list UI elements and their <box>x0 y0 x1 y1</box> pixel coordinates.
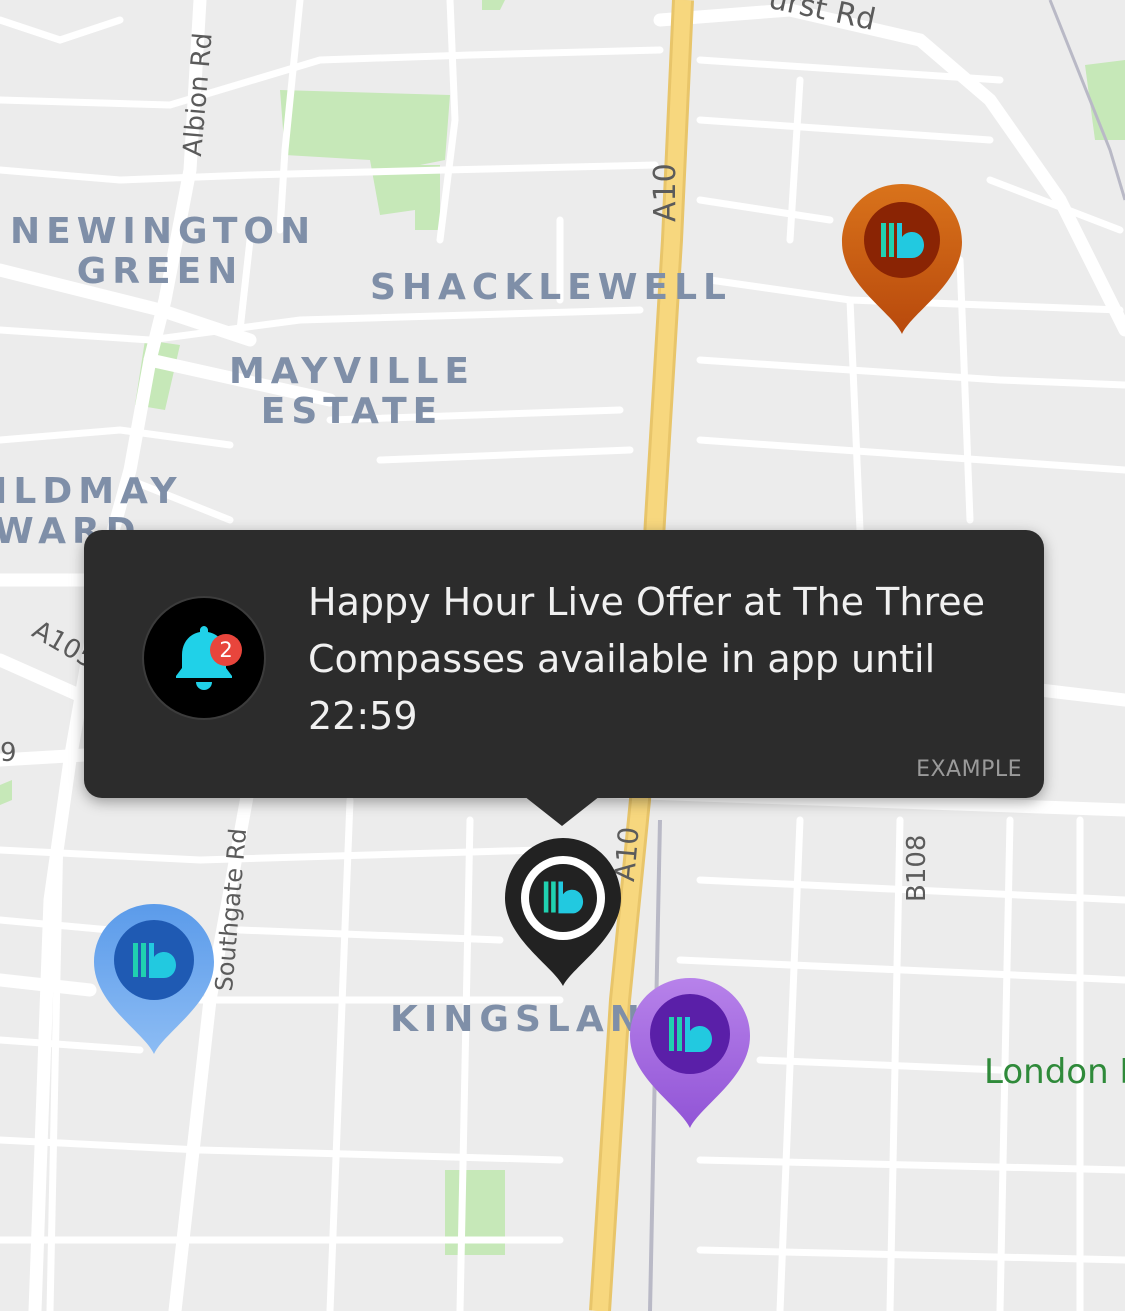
venue-pin-purple[interactable] <box>628 978 752 1130</box>
venue-logo-icon <box>543 881 584 914</box>
area-label-newington-green: NEWINGTON GREEN <box>10 211 317 292</box>
venue-logo-icon <box>881 223 924 258</box>
venue-logo-icon <box>669 1017 712 1052</box>
venue-pin-black-selected[interactable] <box>503 838 623 988</box>
venue-logo-icon <box>133 943 176 978</box>
offer-notification-popup[interactable]: 2 Happy Hour Live Offer at The Three Com… <box>84 530 1044 826</box>
road-label-b108: B108 <box>902 834 932 902</box>
area-label-mayville-estate: MAYVILLE ESTATE <box>228 351 476 432</box>
example-tag: EXAMPLE <box>916 757 1022 782</box>
road-label-nine: 9 <box>0 738 17 768</box>
place-label-london-fields: London F <box>984 1052 1125 1092</box>
popup-pointer <box>524 796 600 826</box>
area-label-kingsland: KINGSLAN <box>390 999 646 1040</box>
venue-pin-blue[interactable] <box>92 904 216 1056</box>
notification-message: Happy Hour Live Offer at The Three Compa… <box>308 580 985 738</box>
area-label-shacklewell: SHACKLEWELL <box>370 267 732 308</box>
road-label-a10-north: A10 <box>648 163 683 222</box>
notification-bell-button[interactable]: 2 <box>142 596 266 720</box>
venue-pin-orange[interactable] <box>840 184 964 336</box>
notification-count-badge: 2 <box>210 634 242 666</box>
map-view[interactable]: NEWINGTON GREEN SHACKLEWELL MAYVILLE EST… <box>0 0 1125 1311</box>
